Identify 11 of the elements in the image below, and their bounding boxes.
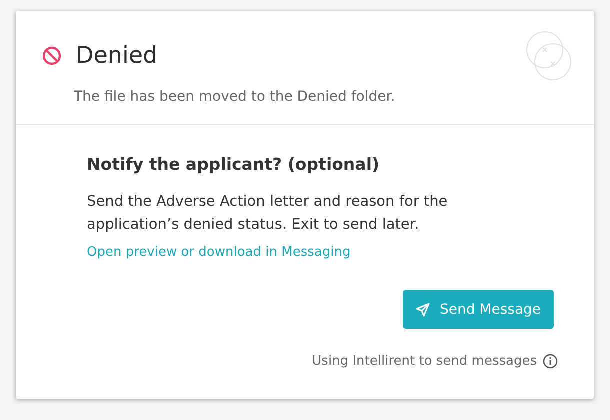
dialog-subtitle: The file has been moved to the Denied folder. — [74, 89, 396, 105]
dialog-title: Denied — [76, 43, 158, 69]
paper-plane-icon — [416, 302, 430, 316]
circles-icon — [526, 31, 572, 81]
description-text: Send the Adverse Action letter and reason for the application’s denied status. Exit to send later. — [87, 193, 449, 235]
info-note: Using Intellirent to send messages — [312, 354, 537, 369]
section-heading: Notify the applicant? (optional) — [87, 155, 381, 174]
preview-link[interactable]: Open preview or download in Messaging — [87, 245, 351, 260]
send-message-button[interactable]: Send Message — [403, 290, 554, 329]
info-icon[interactable] — [543, 354, 558, 369]
prohibited-icon — [42, 46, 62, 66]
